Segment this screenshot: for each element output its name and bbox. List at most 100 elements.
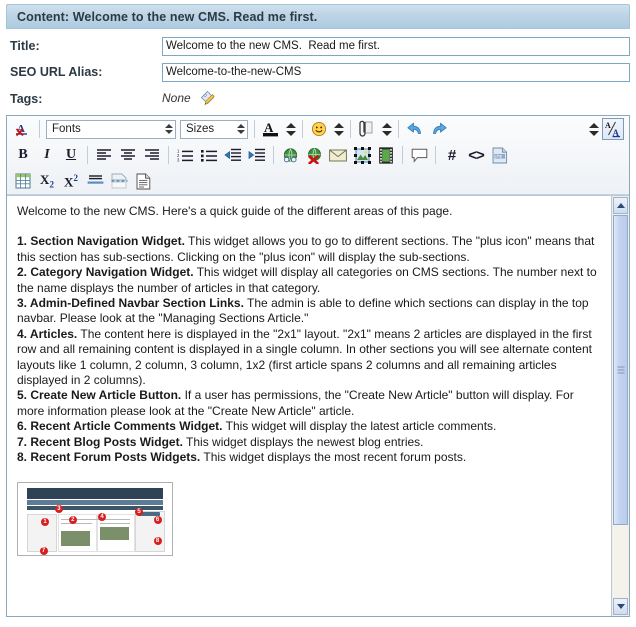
thumb-navbar	[27, 500, 163, 505]
thumb-marker-7: 7	[40, 547, 48, 555]
ordered-list-icon[interactable]: 1 2 3	[174, 144, 196, 166]
content-item-heading: 8. Recent Forum Posts Widgets.	[17, 450, 200, 464]
svg-text:3: 3	[177, 158, 180, 162]
attachment-icon[interactable]	[356, 118, 378, 140]
content-item-heading: 5. Create New Article Button.	[17, 388, 181, 402]
thumb-marker-8: 8	[154, 537, 162, 545]
content-item: 2. Category Navigation Widget. This widg…	[17, 265, 601, 296]
rich-text-editor: A Fonts Sizes A	[6, 115, 630, 617]
page-title: Content: Welcome to the new CMS. Read me…	[17, 10, 317, 24]
tags-row: Tags: None	[6, 87, 630, 111]
align-center-icon[interactable]	[117, 144, 139, 166]
insert-template-icon[interactable]	[132, 170, 154, 192]
unordered-list-icon[interactable]	[198, 144, 220, 166]
toolbar-separator	[302, 120, 303, 138]
subscript-label: X2	[40, 173, 54, 190]
font-size-value: Sizes	[186, 123, 233, 135]
toolbar-row-3: X2 X2	[7, 168, 629, 194]
insert-media-icon[interactable]	[375, 144, 397, 166]
scrollbar-track[interactable]	[613, 215, 628, 597]
title-label: Title:	[6, 39, 162, 53]
insert-comment-icon[interactable]	[408, 144, 430, 166]
seo-field-wrap	[162, 63, 630, 82]
content-item-body: This widget will display the latest arti…	[223, 419, 497, 433]
align-right-icon[interactable]	[141, 144, 163, 166]
title-row: Title:	[6, 35, 630, 57]
thumb-marker-6: 6	[154, 516, 162, 524]
title-input[interactable]	[162, 37, 630, 56]
insert-php-icon[interactable]: php	[489, 144, 511, 166]
tags-label: Tags:	[6, 92, 162, 106]
chevron-down-icon	[617, 604, 625, 609]
resize-updown-icon[interactable]	[588, 120, 599, 138]
toolbar-row-1: A Fonts Sizes A	[7, 116, 629, 142]
toolbar-row-2: B I U	[7, 142, 629, 168]
text-color-chevron-icon[interactable]	[285, 120, 296, 138]
thumb-photo-1	[61, 531, 90, 545]
content-item: 1. Section Navigation Widget. This widge…	[17, 234, 601, 265]
content-vertical-scrollbar[interactable]	[611, 196, 629, 616]
toolbar-separator	[398, 120, 399, 138]
emoticon-icon[interactable]	[308, 118, 330, 140]
indent-icon[interactable]	[246, 144, 268, 166]
outdent-icon[interactable]	[222, 144, 244, 166]
insert-anchor-icon[interactable]: #	[441, 144, 463, 166]
content-item-heading: 1. Section Navigation Widget.	[17, 234, 185, 248]
undo-icon[interactable]	[404, 118, 426, 140]
toolbar-separator	[39, 120, 40, 138]
insert-table-icon[interactable]	[12, 170, 34, 192]
scrollbar-thumb[interactable]	[613, 215, 628, 525]
toolbar-separator	[254, 120, 255, 138]
unlink-icon[interactable]	[303, 144, 325, 166]
insert-email-icon[interactable]	[327, 144, 349, 166]
underline-icon[interactable]: U	[60, 144, 82, 166]
italic-label: I	[44, 148, 49, 162]
italic-icon[interactable]: I	[36, 144, 58, 166]
source-code-label: <>	[468, 148, 484, 163]
emoticon-chevron-icon[interactable]	[333, 120, 344, 138]
tag-edit-icon[interactable]	[199, 90, 215, 106]
seo-url-alias-row: SEO URL Alias:	[6, 61, 630, 83]
seo-url-alias-input[interactable]	[162, 63, 630, 82]
metadata-form: Title: SEO URL Alias: Tags: None	[0, 29, 636, 111]
content-item-body: The content here is displayed in the "2x…	[17, 327, 592, 387]
cms-homepage-annotated-screenshot[interactable]: 1 2 3 4 5 6 7 8	[17, 482, 173, 556]
editor-body-wrap: Welcome to the new CMS. Here's a quick g…	[7, 195, 629, 616]
editor-content-area[interactable]: Welcome to the new CMS. Here's a quick g…	[7, 196, 611, 616]
scrollbar-grip-icon	[617, 367, 624, 374]
content-item: 6. Recent Article Comments Widget. This …	[17, 419, 601, 434]
page-header: Content: Welcome to the new CMS. Read me…	[6, 4, 630, 29]
anchor-label: #	[448, 148, 456, 163]
toolbar-separator	[168, 146, 169, 164]
attachment-chevron-icon[interactable]	[381, 120, 392, 138]
remove-format-icon[interactable]: A	[12, 118, 34, 140]
font-size-select[interactable]: Sizes	[180, 120, 248, 139]
chevron-updown-icon	[164, 122, 173, 136]
editor-toolbar: A Fonts Sizes A	[7, 116, 629, 195]
horizontal-rule-icon[interactable]	[84, 170, 106, 192]
font-family-select[interactable]: Fonts	[46, 120, 176, 139]
text-color-icon[interactable]: A	[260, 118, 282, 140]
tags-value: None	[162, 91, 191, 105]
align-left-icon[interactable]	[93, 144, 115, 166]
subscript-icon[interactable]: X2	[36, 170, 58, 192]
thumb-marker-2: 2	[69, 516, 77, 524]
spellcheck-toggle-button[interactable]: A A	[602, 118, 624, 140]
scroll-down-button[interactable]	[613, 598, 628, 615]
page-break-icon[interactable]	[108, 170, 130, 192]
paragraph-gap	[17, 219, 601, 234]
content-item-heading: 3. Admin-Defined Navbar Section Links.	[17, 296, 244, 310]
scroll-up-button[interactable]	[613, 197, 628, 214]
insert-link-icon[interactable]	[279, 144, 301, 166]
source-code-icon[interactable]: <>	[465, 144, 487, 166]
insert-image-icon[interactable]	[351, 144, 373, 166]
bold-icon[interactable]: B	[12, 144, 34, 166]
superscript-icon[interactable]: X2	[60, 170, 82, 192]
chevron-updown-icon	[236, 122, 245, 136]
toolbar-separator	[350, 120, 351, 138]
redo-icon[interactable]	[428, 118, 450, 140]
tags-field-wrap: None	[162, 91, 630, 107]
toolbar-separator	[273, 146, 274, 164]
thumb-topbar	[27, 488, 163, 500]
thumb-marker-1: 1	[41, 518, 49, 526]
